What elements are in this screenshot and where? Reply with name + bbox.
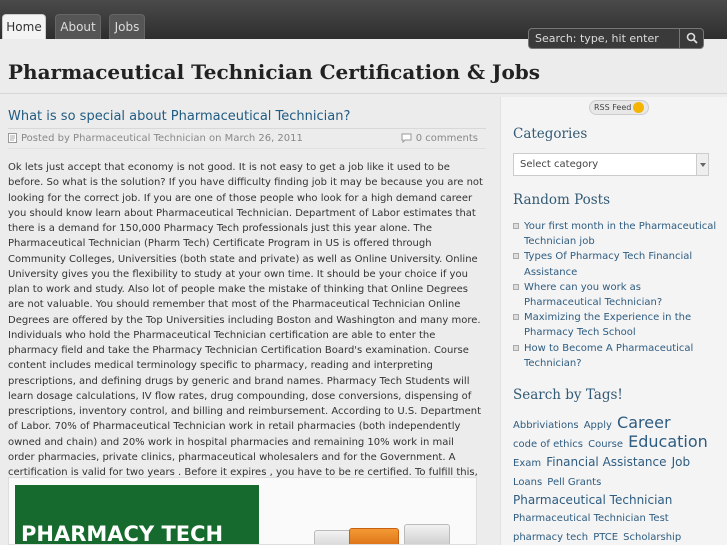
pill-bottle-image — [404, 524, 450, 544]
search-input[interactable] — [529, 29, 679, 48]
random-post-item[interactable]: Your first month in the Pharmaceutical T… — [513, 219, 718, 249]
tag-link[interactable]: Pharmaceutical Technician — [513, 493, 672, 507]
search-button[interactable] — [679, 29, 703, 48]
chevron-down-icon — [696, 154, 708, 175]
tag-link[interactable]: pharmacy tech — [513, 532, 588, 543]
post-body: Ok lets just accept that economy is not … — [8, 162, 483, 509]
tab-about[interactable]: About — [55, 14, 101, 39]
random-post-item[interactable]: Types Of Pharmacy Tech Financial Assista… — [513, 249, 718, 279]
tag-link[interactable]: Career — [617, 413, 670, 432]
header-divider — [0, 93, 727, 94]
category-select[interactable]: Select category — [513, 153, 709, 176]
tab-home[interactable]: Home — [2, 14, 46, 39]
document-icon — [8, 133, 17, 143]
search-icon — [686, 32, 698, 44]
rss-label: RSS Feed — [594, 103, 632, 112]
tag-link[interactable]: Job — [672, 455, 691, 469]
tag-link[interactable]: Education — [628, 432, 708, 451]
tab-jobs[interactable]: Jobs — [109, 14, 145, 39]
image-banner-text: PHARMACY TECH — [21, 522, 224, 545]
random-posts-title: Random Posts — [513, 192, 611, 208]
pill-bottle-image — [349, 528, 399, 544]
tag-link[interactable]: code of ethics — [513, 439, 583, 450]
random-post-link[interactable]: Types Of Pharmacy Tech Financial Assista… — [524, 251, 692, 277]
site-title[interactable]: Pharmaceutical Technician Certification … — [8, 60, 540, 84]
post-image: PHARMACY TECH — [8, 477, 477, 545]
random-post-link[interactable]: How to Become A Pharmaceutical Technicia… — [524, 343, 693, 369]
tag-link[interactable]: Exam — [513, 458, 541, 469]
tag-link[interactable]: Apply — [584, 420, 612, 431]
tag-link[interactable]: Course — [588, 439, 623, 450]
post-title[interactable]: What is so special about Pharmaceutical … — [8, 109, 350, 124]
tag-link[interactable]: Financial Assistance — [546, 455, 666, 469]
random-post-item[interactable]: Where can you work as Pharmaceutical Tec… — [513, 280, 718, 310]
post-meta-author: Posted by Pharmaceutical Technician on M… — [8, 133, 303, 144]
tag-link[interactable]: Scholarship — [623, 532, 681, 543]
bullet-icon — [513, 314, 519, 321]
bullet-icon — [513, 283, 519, 290]
bullet-icon — [513, 253, 519, 260]
category-select-value: Select category — [520, 159, 599, 170]
random-post-link[interactable]: Your first month in the Pharmaceutical T… — [524, 221, 716, 247]
random-posts-list: Your first month in the Pharmaceutical T… — [513, 219, 718, 371]
bullet-icon — [513, 344, 519, 351]
tag-link[interactable]: Loans — [513, 477, 542, 488]
rss-feed-link[interactable]: RSS Feed — [589, 100, 650, 115]
post-byline: Posted by Pharmaceutical Technician on M… — [21, 133, 303, 144]
tag-link[interactable]: Pharmaceutical Technician Test — [513, 513, 669, 524]
random-post-link[interactable]: Where can you work as Pharmaceutical Tec… — [524, 282, 662, 308]
post-meta-divider-bottom — [8, 148, 486, 149]
tag-link[interactable]: Abbriviations — [513, 420, 579, 431]
random-post-item[interactable]: Maximizing the Experience in the Pharmac… — [513, 310, 718, 340]
sidebar: RSS Feed Categories Select category Rand… — [500, 97, 727, 545]
post-meta-divider — [8, 128, 486, 129]
random-post-link[interactable]: Maximizing the Experience in the Pharmac… — [524, 312, 691, 338]
categories-title: Categories — [513, 126, 588, 142]
tag-link[interactable]: Pell Grants — [547, 477, 601, 488]
search-box — [528, 28, 704, 49]
tags-title: Search by Tags! — [513, 387, 623, 403]
tag-link[interactable]: PTCE — [593, 532, 618, 543]
comment-icon — [401, 133, 412, 143]
bullet-icon — [513, 223, 519, 229]
tag-cloud: Abbriviations Apply Career code of ethic… — [513, 415, 718, 545]
comments-count: 0 comments — [415, 133, 478, 144]
random-post-item[interactable]: How to Become A Pharmaceutical Technicia… — [513, 341, 718, 371]
rss-icon — [633, 102, 645, 113]
post-comments-link[interactable]: 0 comments — [401, 133, 478, 144]
